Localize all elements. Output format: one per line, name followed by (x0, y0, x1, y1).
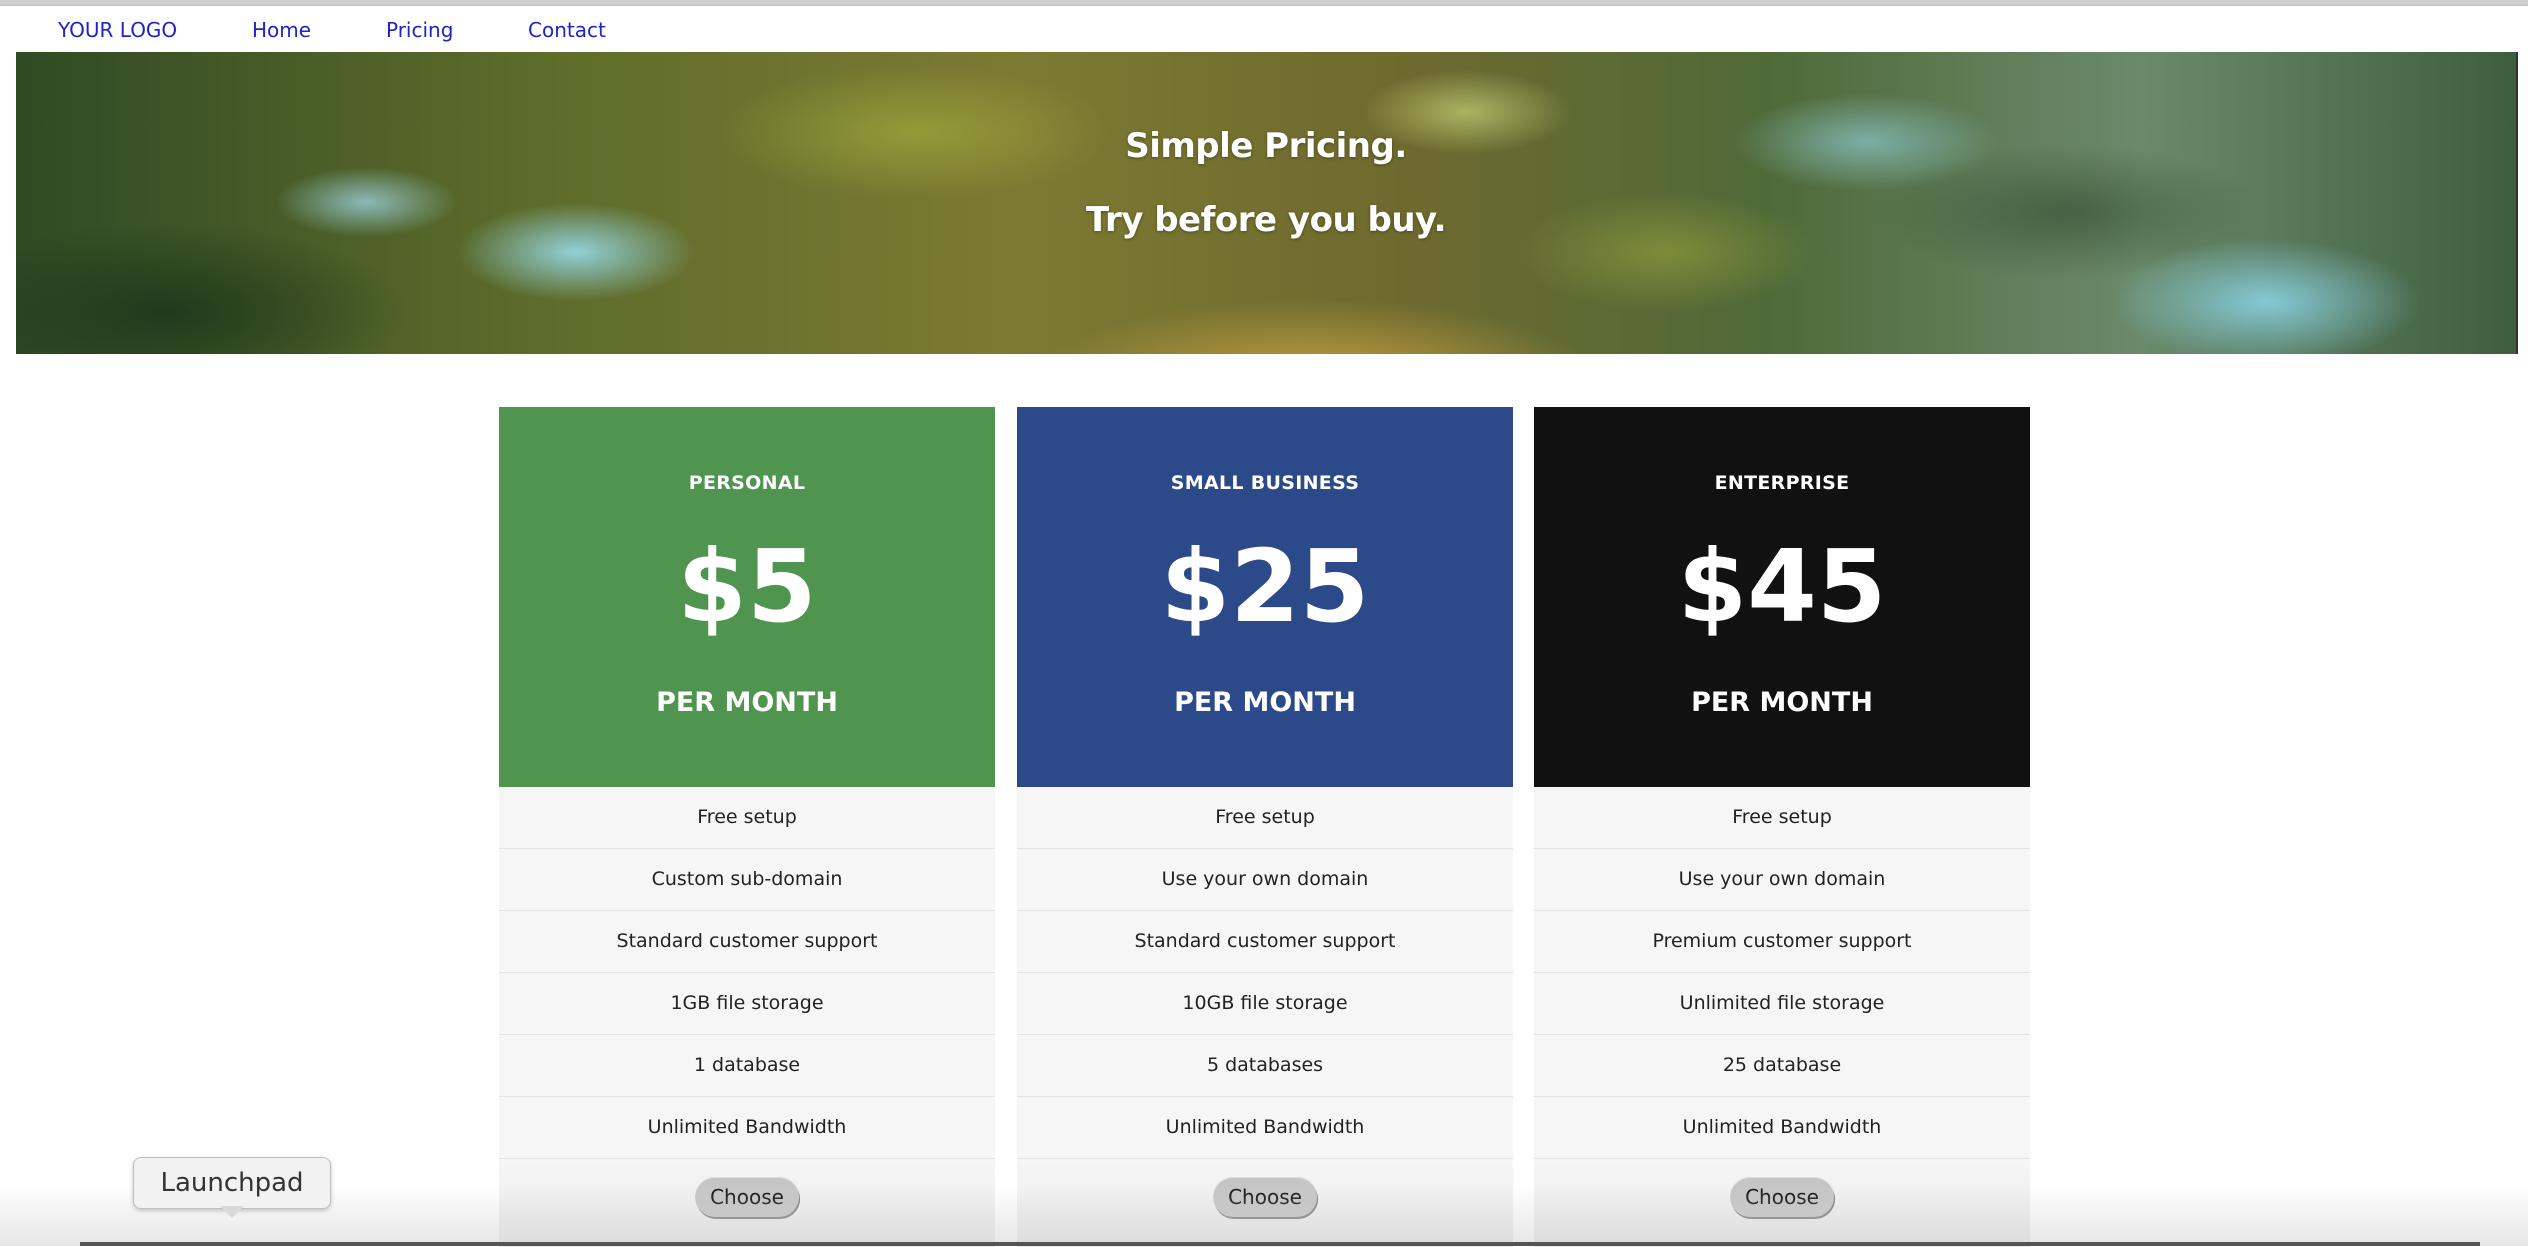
choose-small-business-button[interactable]: Choose (1213, 1177, 1317, 1217)
dock-edge (80, 1242, 2480, 1246)
feature-list: Free setup Use your own domain Premium c… (1534, 787, 2030, 1159)
feature-item: 25 database (1534, 1035, 2030, 1097)
choose-row: Choose (1534, 1159, 2030, 1247)
feature-item: Unlimited file storage (1534, 973, 2030, 1035)
hero-subtitle: Try before you buy. (1085, 200, 1447, 240)
tooltip-tail (220, 1206, 244, 1218)
feature-list: Free setup Use your own domain Standard … (1017, 787, 1513, 1159)
hero-banner: Simple Pricing. Try before you buy. (16, 52, 2518, 354)
feature-item: Free setup (1017, 787, 1513, 849)
choose-row: Choose (1017, 1159, 1513, 1247)
feature-item: Unlimited Bandwidth (499, 1097, 995, 1159)
feature-list: Free setup Custom sub-domain Standard cu… (499, 787, 995, 1159)
plan-price: $5 (677, 528, 817, 645)
feature-item: Custom sub-domain (499, 849, 995, 911)
choose-row: Choose (499, 1159, 995, 1247)
feature-item: Standard customer support (1017, 911, 1513, 973)
plan-name: ENTERPRISE (1714, 472, 1850, 494)
choose-personal-button[interactable]: Choose (695, 1177, 799, 1217)
plan-name: PERSONAL (688, 472, 806, 494)
pricing-card-enterprise: ENTERPRISE $45 PER MONTH Free setup Use … (1534, 407, 2030, 1247)
hero-title: Simple Pricing. (1125, 126, 1407, 166)
feature-item: 1 database (499, 1035, 995, 1097)
pricing-card-personal: PERSONAL $5 PER MONTH Free setup Custom … (499, 407, 995, 1247)
pricing-card-small-business: SMALL BUSINESS $25 PER MONTH Free setup … (1017, 407, 1513, 1247)
plan-name: SMALL BUSINESS (1170, 472, 1360, 494)
feature-item: Use your own domain (1017, 849, 1513, 911)
feature-item: Premium customer support (1534, 911, 2030, 973)
feature-item: Unlimited Bandwidth (1534, 1097, 2030, 1159)
feature-item: Use your own domain (1534, 849, 2030, 911)
card-header: PERSONAL $5 PER MONTH (499, 407, 995, 787)
plan-price: $25 (1160, 528, 1370, 645)
logo-link[interactable]: YOUR LOGO (58, 18, 177, 42)
choose-enterprise-button[interactable]: Choose (1730, 1177, 1834, 1217)
feature-item: Free setup (499, 787, 995, 849)
plan-price: $45 (1677, 528, 1887, 645)
feature-item: 1GB file storage (499, 973, 995, 1035)
nav-home-link[interactable]: Home (252, 18, 311, 42)
feature-item: 5 databases (1017, 1035, 1513, 1097)
launchpad-tooltip: Launchpad (133, 1157, 331, 1209)
card-header: SMALL BUSINESS $25 PER MONTH (1017, 407, 1513, 787)
card-header: ENTERPRISE $45 PER MONTH (1534, 407, 2030, 787)
feature-item: Free setup (1534, 787, 2030, 849)
plan-period: PER MONTH (656, 687, 838, 718)
nav-contact-link[interactable]: Contact (528, 18, 606, 42)
plan-period: PER MONTH (1174, 687, 1356, 718)
plan-period: PER MONTH (1691, 687, 1873, 718)
feature-item: 10GB file storage (1017, 973, 1513, 1035)
feature-item: Unlimited Bandwidth (1017, 1097, 1513, 1159)
top-nav: YOUR LOGO Home Pricing Contact (0, 6, 2528, 52)
nav-pricing-link[interactable]: Pricing (386, 18, 453, 42)
feature-item: Standard customer support (499, 911, 995, 973)
